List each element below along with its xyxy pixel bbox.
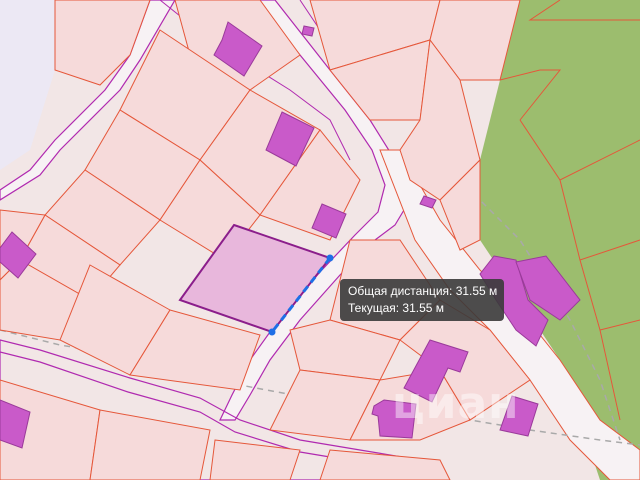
current-distance-label: Текущая: 31.55 м bbox=[348, 301, 445, 315]
measurement-tooltip: Общая дистанция: 31.55 м Текущая: 31.55 … bbox=[340, 279, 504, 321]
total-distance-label: Общая дистанция: 31.55 м bbox=[348, 284, 498, 298]
building bbox=[301, 25, 315, 37]
vertex-handle-icon[interactable] bbox=[268, 328, 276, 336]
cadastral-map[interactable] bbox=[0, 0, 640, 480]
watermark: циан bbox=[392, 378, 520, 429]
vertex-handle-icon[interactable] bbox=[326, 254, 334, 262]
